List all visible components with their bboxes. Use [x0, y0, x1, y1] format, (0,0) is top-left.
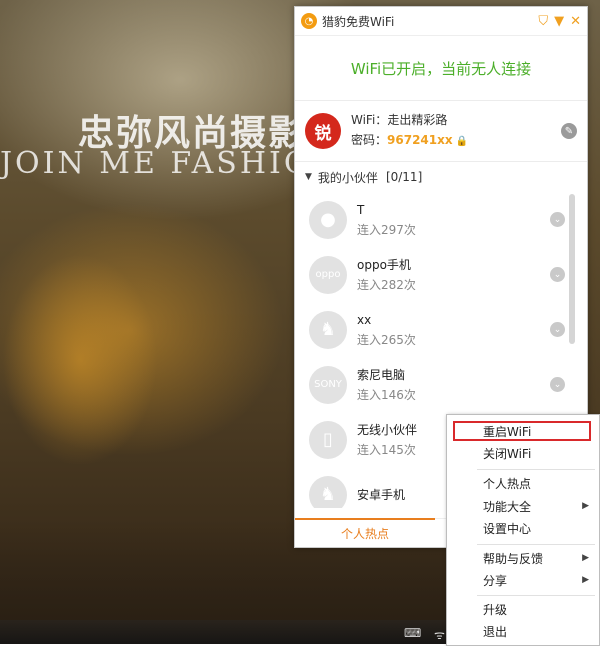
- wifi-password-label: 密码：: [351, 133, 388, 147]
- close-icon[interactable]: ✕: [570, 14, 581, 29]
- menu-item-restart-wifi[interactable]: 重启WiFi: [453, 421, 591, 441]
- app-logo-icon: ◔: [301, 13, 317, 29]
- sony-avatar: SONY: [309, 365, 347, 404]
- wifi-status: WiFi已开启，当前无人连接: [295, 36, 587, 101]
- keyboard-tray-icon[interactable]: ⌨: [404, 626, 421, 640]
- submenu-arrow-icon: ▶: [582, 553, 589, 563]
- apple-icon: ●: [309, 200, 347, 239]
- shield-icon[interactable]: ⛉: [538, 14, 548, 29]
- chevron-down-icon[interactable]: ⌄: [550, 267, 565, 282]
- list-scrollbar[interactable]: [569, 194, 575, 344]
- lock-icon: 🔒: [455, 136, 469, 147]
- wifi-password-value: 967241xx: [387, 133, 453, 147]
- menu-divider: [477, 595, 595, 596]
- wifi-name-value: 走出精彩路: [387, 113, 448, 127]
- menu-divider: [477, 544, 595, 545]
- menu-item-upgrade[interactable]: 升级: [447, 599, 599, 619]
- wifi-password-row: 密码：967241xx 🔒: [351, 130, 561, 152]
- connect-count: 连入146次: [357, 387, 416, 402]
- menu-item-features-label: 功能大全: [483, 499, 532, 514]
- wifi-brand-logo: 锐: [305, 113, 341, 149]
- menu-item-help[interactable]: 帮助与反馈 ▶: [447, 548, 599, 568]
- wifi-info-panel: 锐 WiFi：走出精彩路 密码：967241xx 🔒 ✎: [295, 101, 587, 162]
- tab-hotspot[interactable]: 个人热点: [295, 518, 435, 547]
- menu-item-settings[interactable]: 设置中心: [447, 518, 599, 538]
- wallpaper-subtitle: JOIN ME FASHIO: [0, 146, 312, 181]
- list-item[interactable]: ♞ xx 连入265次 ⌄: [295, 302, 587, 357]
- menu-item-help-label: 帮助与反馈: [483, 551, 544, 566]
- connect-count: 连入265次: [357, 332, 416, 347]
- device-name: oppo手机: [357, 257, 411, 272]
- friends-count: [0/11]: [385, 170, 423, 184]
- collapse-triangle-icon: ▼: [305, 172, 312, 182]
- device-name: xx: [357, 312, 372, 327]
- wifi-name-row: WiFi：走出精彩路: [351, 110, 561, 130]
- wifi-tray-icon[interactable]: ᯤ: [434, 626, 445, 643]
- menu-item-exit[interactable]: 退出: [447, 621, 599, 641]
- device-name: 索尼电脑: [357, 367, 406, 382]
- wifi-name-label: WiFi：: [351, 113, 388, 127]
- wifi-details: WiFi：走出精彩路 密码：967241xx 🔒: [351, 110, 561, 152]
- menu-divider: [477, 469, 595, 470]
- menu-dropdown-icon[interactable]: ▼: [554, 14, 564, 29]
- wallpaper-tree: [0, 200, 250, 530]
- friends-header-label: 我的小伙伴: [317, 170, 378, 185]
- list-item[interactable]: ● T 连入297次 ⌄: [295, 192, 587, 247]
- window-title: 猎豹免费WiFi: [322, 14, 395, 29]
- list-item[interactable]: oppo oppo手机 连入282次 ⌄: [295, 247, 587, 302]
- android-icon: ♞: [309, 475, 347, 508]
- menu-item-features[interactable]: 功能大全 ▶: [447, 496, 599, 516]
- submenu-arrow-icon: ▶: [582, 575, 589, 585]
- list-item[interactable]: SONY 索尼电脑连入146次 ⌄: [295, 357, 587, 412]
- device-name: T: [357, 202, 365, 217]
- submenu-arrow-icon: ▶: [582, 501, 589, 511]
- chevron-down-icon[interactable]: ⌄: [550, 212, 565, 227]
- oppo-avatar: oppo: [309, 255, 347, 294]
- phone-icon: ▯: [309, 420, 347, 459]
- title-bar: ◔ 猎豹免费WiFi ⛉ ▼ ✕: [295, 7, 587, 36]
- menu-item-close-wifi[interactable]: 关闭WiFi: [447, 443, 599, 463]
- android-icon: ♞: [309, 310, 347, 349]
- chevron-down-icon[interactable]: ⌄: [550, 322, 565, 337]
- menu-item-hotspot[interactable]: 个人热点: [447, 473, 599, 493]
- menu-item-share[interactable]: 分享 ▶: [447, 570, 599, 590]
- edit-icon[interactable]: ✎: [561, 123, 577, 139]
- chevron-down-icon[interactable]: ⌄: [550, 377, 565, 392]
- friends-header[interactable]: ▼ 我的小伙伴 [0/11]: [295, 162, 587, 192]
- menu-item-share-label: 分享: [483, 573, 508, 588]
- context-menu: 重启WiFi 关闭WiFi 个人热点 功能大全 ▶ 设置中心 帮助与反馈 ▶ 分享 ▶…: [446, 414, 600, 646]
- connect-count: 连入282次: [357, 277, 416, 292]
- connect-count: 连入297次: [357, 222, 416, 237]
